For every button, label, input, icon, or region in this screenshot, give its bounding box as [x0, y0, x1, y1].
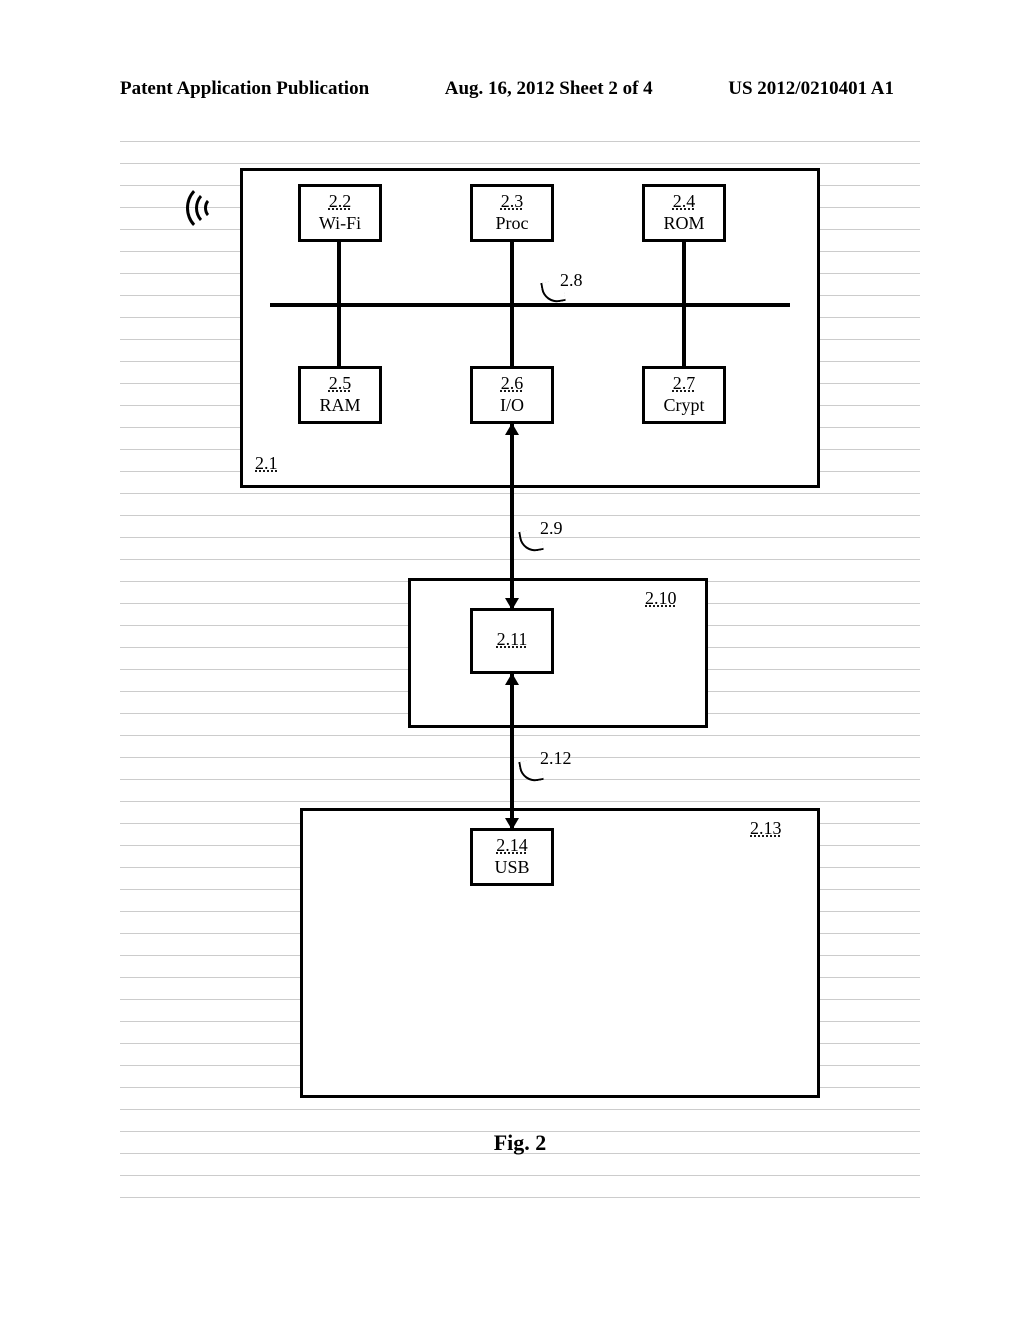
link2-ref: 2.12 — [540, 748, 572, 769]
bus-line — [270, 303, 790, 307]
block-label: RAM — [301, 395, 379, 416]
page-header: Patent Application Publication Aug. 16, … — [0, 78, 1024, 100]
header-center: Aug. 16, 2012 Sheet 2 of 4 — [445, 78, 653, 100]
bus-stub — [682, 242, 686, 305]
crypt-block: 2.7 Crypt — [642, 366, 726, 424]
bus-stub — [510, 305, 514, 367]
adapter-ref: 2.10 — [645, 588, 677, 609]
ref-text: 2.3 — [473, 191, 551, 212]
header-left: Patent Application Publication — [120, 78, 369, 100]
arrow-down-icon — [505, 818, 519, 830]
arrow-down-icon — [505, 598, 519, 610]
ref-text: 2.4 — [645, 191, 723, 212]
ref-text: 2.5 — [301, 373, 379, 394]
device-ref: 2.1 — [255, 453, 278, 474]
host-block — [300, 808, 820, 1098]
figure-area: 2.1 2.2 Wi-Fi 2.3 Proc — [120, 120, 920, 1200]
header-right: US 2012/0210401 A1 — [728, 78, 904, 100]
ref-text: 2.1 — [255, 453, 278, 474]
block-diagram: 2.1 2.2 Wi-Fi 2.3 Proc — [240, 168, 820, 1068]
io-block: 2.6 I/O — [470, 366, 554, 424]
link-line — [510, 424, 514, 609]
ref-text: 2.14 — [473, 835, 551, 856]
arrow-up-icon — [505, 423, 519, 435]
processor-block: 2.3 Proc — [470, 184, 554, 242]
block-label: USB — [473, 857, 551, 878]
adapter-inner-block: 2.11 — [470, 608, 554, 674]
ref-text: 2.6 — [473, 373, 551, 394]
bus-stub — [510, 242, 514, 305]
block-label: Proc — [473, 213, 551, 234]
rom-block: 2.4 ROM — [642, 184, 726, 242]
page: Patent Application Publication Aug. 16, … — [0, 0, 1024, 1320]
ref-text: 2.13 — [750, 818, 782, 839]
wifi-icon — [186, 183, 232, 233]
ref-text: 2.7 — [645, 373, 723, 394]
ref-text: 2.2 — [301, 191, 379, 212]
bus-stub — [337, 305, 341, 367]
figure-caption: Fig. 2 — [120, 1130, 920, 1156]
link1-ref: 2.9 — [540, 518, 563, 539]
bus-ref: 2.8 — [560, 270, 583, 291]
block-label: Crypt — [645, 395, 723, 416]
block-label: Wi-Fi — [301, 213, 379, 234]
block-label: I/O — [473, 395, 551, 416]
wifi-block: 2.2 Wi-Fi — [298, 184, 382, 242]
ram-block: 2.5 RAM — [298, 366, 382, 424]
usb-block: 2.14 USB — [470, 828, 554, 886]
ref-text: 2.11 — [473, 629, 551, 650]
ref-text: 2.10 — [645, 588, 677, 609]
bus-stub — [682, 305, 686, 367]
block-label: ROM — [645, 213, 723, 234]
bus-stub — [337, 242, 341, 305]
arrow-up-icon — [505, 673, 519, 685]
host-ref: 2.13 — [750, 818, 782, 839]
link-line — [510, 674, 514, 829]
